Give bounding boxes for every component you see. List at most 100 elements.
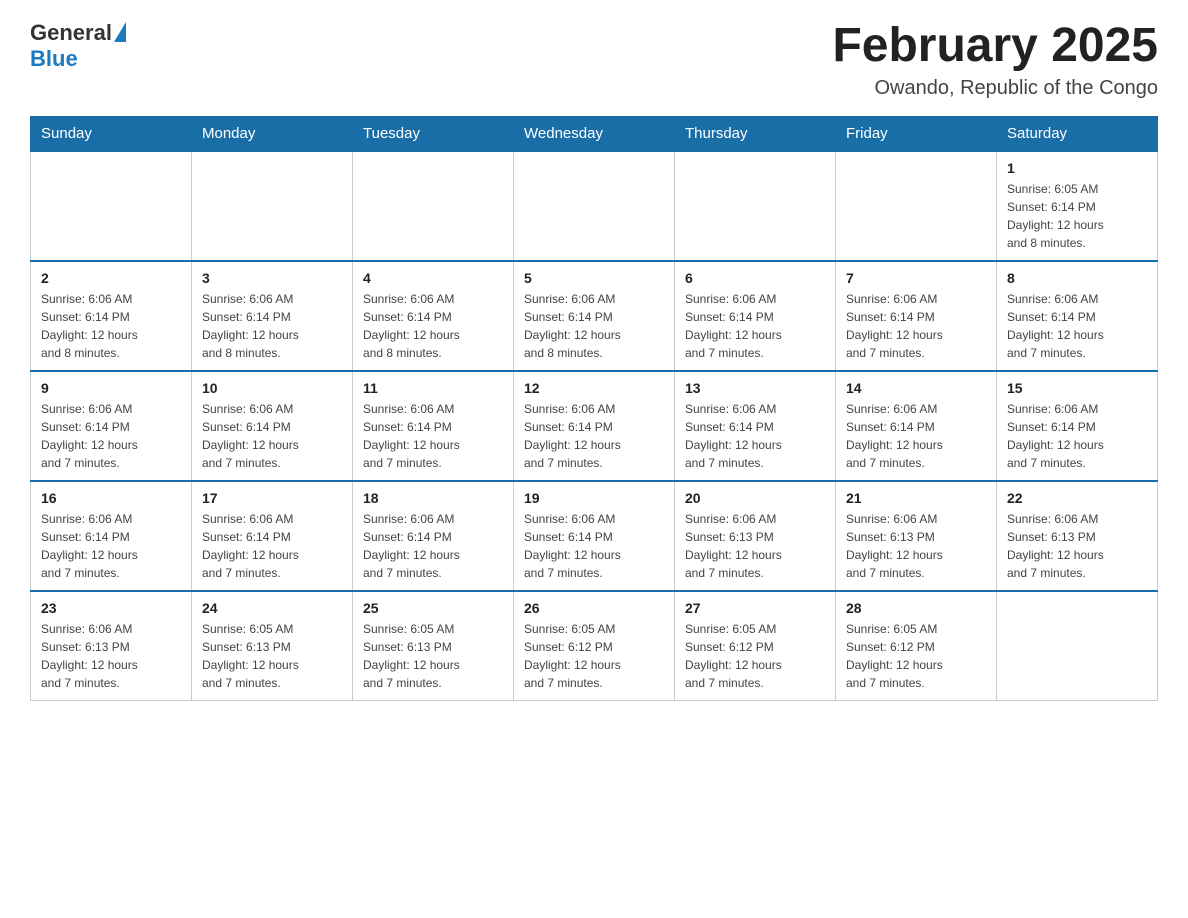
day-info: Sunrise: 6:06 AMSunset: 6:14 PMDaylight:… [1007, 290, 1147, 362]
calendar-cell [675, 151, 836, 261]
day-number: 14 [846, 380, 986, 396]
day-info: Sunrise: 6:06 AMSunset: 6:13 PMDaylight:… [685, 510, 825, 582]
day-info: Sunrise: 6:06 AMSunset: 6:13 PMDaylight:… [41, 620, 181, 692]
calendar-cell: 14 Sunrise: 6:06 AMSunset: 6:14 PMDayligh… [836, 371, 997, 481]
day-info: Sunrise: 6:06 AMSunset: 6:14 PMDaylight:… [685, 290, 825, 362]
day-number: 1 [1007, 160, 1147, 176]
day-info: Sunrise: 6:06 AMSunset: 6:14 PMDaylight:… [41, 400, 181, 472]
day-number: 8 [1007, 270, 1147, 286]
calendar-cell: 26 Sunrise: 6:05 AMSunset: 6:12 PMDayligh… [514, 591, 675, 701]
day-info: Sunrise: 6:05 AMSunset: 6:12 PMDaylight:… [524, 620, 664, 692]
calendar-cell: 23 Sunrise: 6:06 AMSunset: 6:13 PMDayligh… [31, 591, 192, 701]
location-title: Owando, Republic of the Congo [832, 77, 1158, 100]
weekday-header-tuesday: Tuesday [353, 116, 514, 151]
week-row-1: 1Sunrise: 6:05 AMSunset: 6:14 PMDaylight… [31, 151, 1158, 261]
day-number: 28 [846, 600, 986, 616]
day-number: 2 [41, 270, 181, 286]
day-info: Sunrise: 6:06 AMSunset: 6:14 PMDaylight:… [363, 400, 503, 472]
day-info: Sunrise: 6:06 AMSunset: 6:14 PMDaylight:… [1007, 400, 1147, 472]
day-number: 24 [202, 600, 342, 616]
page-header: General Blue February 2025 Owando, Repub… [30, 20, 1158, 100]
calendar-table: SundayMondayTuesdayWednesdayThursdayFrid… [30, 116, 1158, 702]
day-number: 16 [41, 490, 181, 506]
day-number: 17 [202, 490, 342, 506]
day-info: Sunrise: 6:06 AMSunset: 6:14 PMDaylight:… [202, 400, 342, 472]
week-row-2: 2 Sunrise: 6:06 AMSunset: 6:14 PMDaylight… [31, 261, 1158, 371]
day-number: 18 [363, 490, 503, 506]
day-number: 22 [1007, 490, 1147, 506]
day-number: 25 [363, 600, 503, 616]
day-number: 4 [363, 270, 503, 286]
calendar-cell: 1Sunrise: 6:05 AMSunset: 6:14 PMDaylight… [997, 151, 1158, 261]
calendar-cell: 21Sunrise: 6:06 AMSunset: 6:13 PMDayligh… [836, 481, 997, 591]
day-info: Sunrise: 6:06 AMSunset: 6:14 PMDaylight:… [202, 290, 342, 362]
day-info: Sunrise: 6:06 AMSunset: 6:14 PMDaylight:… [41, 290, 181, 362]
day-info: Sunrise: 6:06 AMSunset: 6:14 PMDaylight:… [202, 510, 342, 582]
calendar-cell: 12 Sunrise: 6:06 AMSunset: 6:14 PMDayligh… [514, 371, 675, 481]
weekday-header-wednesday: Wednesday [514, 116, 675, 151]
day-info: Sunrise: 6:06 AMSunset: 6:14 PMDaylight:… [363, 290, 503, 362]
week-row-3: 9 Sunrise: 6:06 AMSunset: 6:14 PMDaylight… [31, 371, 1158, 481]
calendar-cell: 4 Sunrise: 6:06 AMSunset: 6:14 PMDaylight… [353, 261, 514, 371]
calendar-cell: 7 Sunrise: 6:06 AMSunset: 6:14 PMDaylight… [836, 261, 997, 371]
calendar-cell: 9 Sunrise: 6:06 AMSunset: 6:14 PMDaylight… [31, 371, 192, 481]
day-number: 9 [41, 380, 181, 396]
day-info: Sunrise: 6:05 AMSunset: 6:12 PMDaylight:… [846, 620, 986, 692]
weekday-header-sunday: Sunday [31, 116, 192, 151]
calendar-cell: 28 Sunrise: 6:05 AMSunset: 6:12 PMDayligh… [836, 591, 997, 701]
calendar-cell: 10 Sunrise: 6:06 AMSunset: 6:14 PMDayligh… [192, 371, 353, 481]
calendar-cell [514, 151, 675, 261]
calendar-cell: 13Sunrise: 6:06 AMSunset: 6:14 PMDayligh… [675, 371, 836, 481]
week-row-4: 16 Sunrise: 6:06 AMSunset: 6:14 PMDayligh… [31, 481, 1158, 591]
day-info: Sunrise: 6:06 AMSunset: 6:14 PMDaylight:… [524, 510, 664, 582]
day-number: 11 [363, 380, 503, 396]
calendar-cell: 8 Sunrise: 6:06 AMSunset: 6:14 PMDaylight… [997, 261, 1158, 371]
day-number: 21 [846, 490, 986, 506]
weekday-header-row: SundayMondayTuesdayWednesdayThursdayFrid… [31, 116, 1158, 151]
logo-triangle-icon [114, 22, 126, 42]
day-info: Sunrise: 6:05 AMSunset: 6:13 PMDaylight:… [363, 620, 503, 692]
day-info: Sunrise: 6:06 AMSunset: 6:14 PMDaylight:… [524, 290, 664, 362]
logo-general-text: General [30, 20, 112, 46]
calendar-cell [192, 151, 353, 261]
day-number: 26 [524, 600, 664, 616]
day-info: Sunrise: 6:06 AMSunset: 6:14 PMDaylight:… [846, 290, 986, 362]
day-number: 19 [524, 490, 664, 506]
calendar-cell: 17 Sunrise: 6:06 AMSunset: 6:14 PMDayligh… [192, 481, 353, 591]
day-info: Sunrise: 6:06 AMSunset: 6:14 PMDaylight:… [41, 510, 181, 582]
weekday-header-saturday: Saturday [997, 116, 1158, 151]
day-number: 10 [202, 380, 342, 396]
calendar-cell: 2 Sunrise: 6:06 AMSunset: 6:14 PMDaylight… [31, 261, 192, 371]
day-info: Sunrise: 6:05 AMSunset: 6:12 PMDaylight:… [685, 620, 825, 692]
calendar-cell: 27 Sunrise: 6:05 AMSunset: 6:12 PMDayligh… [675, 591, 836, 701]
day-info: Sunrise: 6:06 AMSunset: 6:13 PMDaylight:… [1007, 510, 1147, 582]
calendar-cell [31, 151, 192, 261]
day-info: Sunrise: 6:06 AMSunset: 6:14 PMDaylight:… [524, 400, 664, 472]
day-info: Sunrise: 6:06 AMSunset: 6:14 PMDaylight:… [685, 400, 825, 472]
day-number: 12 [524, 380, 664, 396]
calendar-cell: 24 Sunrise: 6:05 AMSunset: 6:13 PMDayligh… [192, 591, 353, 701]
calendar-cell: 6Sunrise: 6:06 AMSunset: 6:14 PMDaylight… [675, 261, 836, 371]
calendar-cell: 16 Sunrise: 6:06 AMSunset: 6:14 PMDayligh… [31, 481, 192, 591]
weekday-header-monday: Monday [192, 116, 353, 151]
day-number: 20 [685, 490, 825, 506]
day-number: 23 [41, 600, 181, 616]
day-number: 27 [685, 600, 825, 616]
day-info: Sunrise: 6:06 AMSunset: 6:14 PMDaylight:… [846, 400, 986, 472]
weekday-header-friday: Friday [836, 116, 997, 151]
day-number: 7 [846, 270, 986, 286]
calendar-cell: 3 Sunrise: 6:06 AMSunset: 6:14 PMDaylight… [192, 261, 353, 371]
calendar-cell: 15 Sunrise: 6:06 AMSunset: 6:14 PMDayligh… [997, 371, 1158, 481]
week-row-5: 23 Sunrise: 6:06 AMSunset: 6:13 PMDayligh… [31, 591, 1158, 701]
calendar-cell: 22 Sunrise: 6:06 AMSunset: 6:13 PMDayligh… [997, 481, 1158, 591]
calendar-cell: 18 Sunrise: 6:06 AMSunset: 6:14 PMDayligh… [353, 481, 514, 591]
day-info: Sunrise: 6:05 AMSunset: 6:13 PMDaylight:… [202, 620, 342, 692]
logo-blue-text: Blue [30, 46, 78, 71]
day-info: Sunrise: 6:06 AMSunset: 6:14 PMDaylight:… [363, 510, 503, 582]
calendar-cell: 5Sunrise: 6:06 AMSunset: 6:14 PMDaylight… [514, 261, 675, 371]
day-number: 3 [202, 270, 342, 286]
calendar-cell [353, 151, 514, 261]
calendar-cell: 25 Sunrise: 6:05 AMSunset: 6:13 PMDayligh… [353, 591, 514, 701]
logo: General Blue [30, 20, 126, 72]
day-number: 15 [1007, 380, 1147, 396]
